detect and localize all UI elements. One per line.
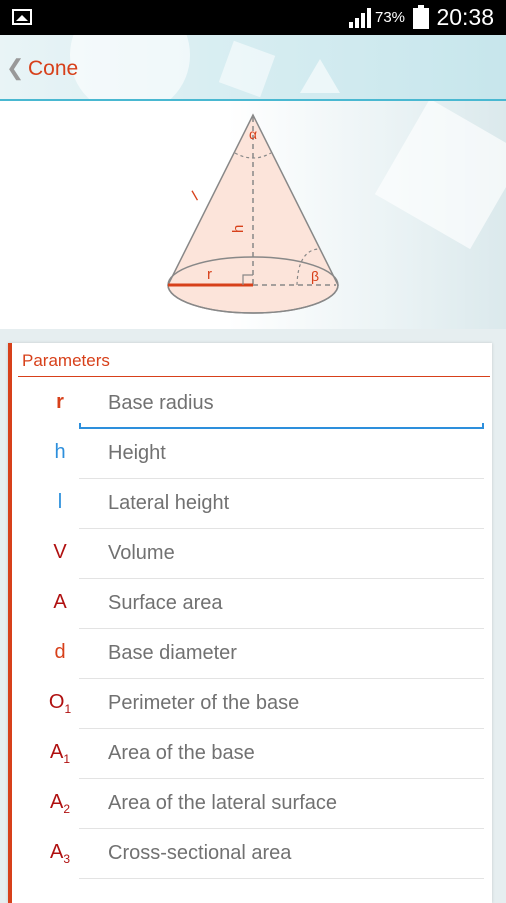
parameter-row[interactable]: O1 Perimeter of the base [12, 679, 492, 729]
cone-figure: α l h r β [167, 113, 339, 314]
parameter-row[interactable]: A Surface area [12, 579, 492, 629]
parameter-label[interactable]: Area of the lateral surface [108, 792, 337, 815]
parameter-label[interactable]: Cross-sectional area [108, 842, 291, 865]
radius-label: r [207, 266, 212, 283]
parameter-label[interactable]: Surface area [108, 592, 223, 615]
parameter-symbol: A2 [49, 791, 71, 816]
parameter-label[interactable]: Volume [108, 542, 175, 565]
parameter-symbol: d [54, 641, 66, 663]
decoration [300, 59, 340, 93]
parameter-label[interactable]: Perimeter of the base [108, 692, 299, 715]
signal-icon [349, 8, 371, 28]
parameter-symbol: h [54, 441, 66, 463]
parameter-row[interactable]: A2 Area of the lateral surface [12, 779, 492, 829]
parameter-label[interactable]: Base diameter [108, 642, 237, 665]
parameter-symbol: V [53, 541, 67, 563]
battery-percent: 73% [375, 9, 406, 26]
parameter-symbol: A3 [49, 841, 71, 866]
parameter-symbol: A [53, 591, 67, 613]
parameter-label[interactable]: Height [108, 442, 166, 465]
battery-icon [413, 5, 429, 29]
parameter-label[interactable]: Area of the base [108, 742, 255, 765]
parameter-row[interactable]: d Base diameter [12, 629, 492, 679]
parameter-label[interactable]: Base radius [108, 392, 214, 415]
cone-diagram: α l h r β [0, 101, 506, 329]
parameter-row[interactable]: A3 Cross-sectional area [12, 829, 492, 879]
parameter-row[interactable]: V Volume [12, 529, 492, 579]
back-chevron-icon[interactable]: ❮ [6, 55, 24, 81]
page-title[interactable]: Cone [28, 57, 78, 81]
parameter-label[interactable]: Lateral height [108, 492, 229, 515]
app-bar: ❮ Cone [0, 35, 506, 101]
parameter-symbol: A1 [49, 741, 71, 766]
alpha-label: α [249, 126, 257, 142]
lateral-label: l [190, 188, 201, 204]
parameter-symbol: r [56, 391, 64, 413]
parameter-row[interactable]: l Lateral height [12, 479, 492, 529]
clock: 20:38 [436, 4, 494, 30]
beta-label: β [311, 268, 319, 284]
height-label: h [230, 225, 247, 233]
row-divider [79, 878, 484, 879]
divider [18, 376, 490, 377]
gallery-icon [12, 9, 32, 25]
parameter-row[interactable]: A1 Area of the base [12, 729, 492, 779]
parameter-row[interactable]: h Height [12, 429, 492, 479]
parameter-symbol: O1 [48, 691, 72, 716]
status-bar: 73% 20:38 [0, 0, 506, 35]
parameters-title: Parameters [22, 351, 110, 370]
parameters-panel: Parameters r Base radius h Height l Lateral h… [8, 343, 492, 903]
parameter-row[interactable]: r Base radius [12, 379, 492, 429]
decoration [70, 35, 190, 99]
parameter-symbol: l [57, 491, 63, 513]
decoration [218, 40, 276, 98]
